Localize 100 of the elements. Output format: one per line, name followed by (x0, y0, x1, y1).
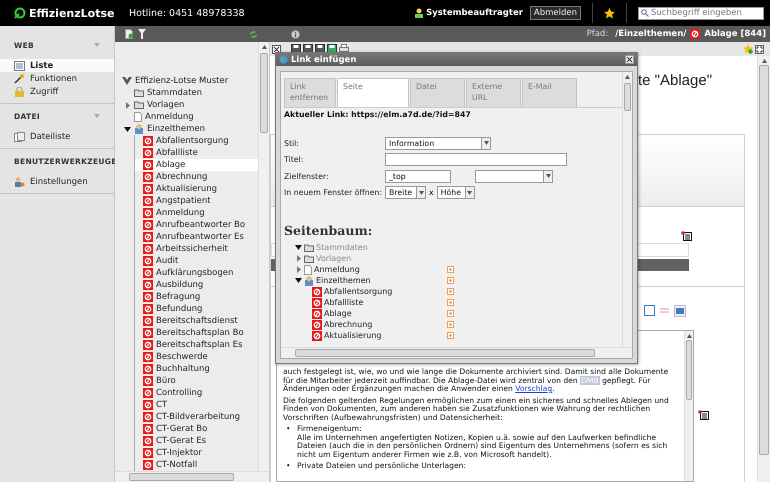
tree-item[interactable]: Arbeitssicherheit (135, 243, 258, 255)
scrollbar-thumb[interactable] (686, 340, 692, 400)
address-book-icon[interactable] (681, 231, 692, 241)
scrollbar-thumb[interactable] (129, 473, 234, 481)
title-input[interactable] (385, 153, 567, 166)
dropdown-arrow-icon[interactable] (546, 174, 550, 178)
tree-item[interactable]: Abfallliste (135, 147, 258, 159)
fullscreen-icon[interactable] (755, 44, 764, 54)
table-view-icon[interactable] (674, 305, 686, 317)
tree-item[interactable]: Abrechnung (284, 319, 454, 330)
tree-item[interactable]: Aufklärungsbogen (135, 267, 258, 279)
tree-item[interactable]: Anmeldung (115, 111, 258, 123)
scrollbar-thumb[interactable] (759, 65, 769, 455)
tree-item[interactable]: Abrechnung (135, 171, 258, 183)
tree-item[interactable]: Angstpatient (135, 195, 258, 207)
scroll-up-arrow-icon[interactable] (262, 45, 266, 49)
tree-item[interactable]: CT-Notfall (135, 459, 258, 471)
tree-item[interactable]: Ablage (284, 308, 454, 319)
dropdown-arrow-icon[interactable] (467, 190, 472, 195)
expanded-arrow-icon[interactable] (124, 126, 131, 132)
select-page-icon[interactable] (447, 310, 454, 317)
tree-item[interactable]: Ausbildung (135, 279, 258, 291)
collapsed-arrow-icon[interactable] (126, 102, 130, 108)
tree-item[interactable]: Abfallentsorgung (135, 135, 258, 147)
close-icon[interactable] (272, 44, 281, 54)
refresh-icon[interactable] (249, 30, 258, 38)
select-page-icon[interactable] (447, 332, 454, 339)
tree-item[interactable]: CT-Bildverarbeitung (135, 411, 258, 423)
scrollbar-thumb[interactable] (260, 53, 268, 133)
tree-item[interactable]: CT-Injektor (135, 447, 258, 459)
select-page-icon[interactable] (447, 299, 454, 306)
tree-item[interactable]: Bereitschaftsplan Es (135, 339, 258, 351)
tree-item[interactable]: Ablage (135, 159, 258, 171)
tree-item[interactable]: Befundung (135, 303, 258, 315)
path-text[interactable]: /Einzelthemen/ (615, 29, 686, 39)
print-icon[interactable] (339, 44, 349, 54)
menu-item[interactable]: Zugriff (0, 85, 114, 98)
tree-item[interactable]: Befragung (135, 291, 258, 303)
scrollbar[interactable] (684, 331, 693, 481)
tree-item[interactable]: Anrufbeantworter Es (135, 231, 258, 243)
target-select[interactable] (475, 170, 553, 183)
tree-item[interactable]: Controlling (135, 387, 258, 399)
filter-icon[interactable] (138, 29, 146, 39)
page-icon (143, 304, 153, 314)
menu-item[interactable]: Funktionen (0, 72, 114, 85)
page-icon (143, 328, 153, 338)
view-icon[interactable] (644, 305, 655, 316)
bookmark-star-icon[interactable] (743, 44, 753, 54)
tree-item[interactable]: CT-Gerat Es (135, 435, 258, 447)
lock-icon (14, 86, 25, 96)
info-icon[interactable] (291, 30, 300, 38)
tree-item[interactable]: Abfallentsorgung (284, 286, 454, 297)
tree-item[interactable]: Stammdaten (115, 87, 258, 99)
scrollbar-thumb[interactable] (624, 83, 631, 111)
tree-item[interactable]: Bereitschaftsdienst (135, 315, 258, 327)
scrollbar[interactable] (115, 471, 269, 482)
tree-item[interactable]: Aktualisierung (135, 183, 258, 195)
tree-item[interactable]: Beschwerde (135, 351, 258, 363)
tree-item[interactable]: Bereitschaftsplan Bo (135, 327, 258, 339)
select-page-icon[interactable] (447, 321, 454, 328)
tree-item[interactable]: Effizienz-Lotse Muster (115, 75, 258, 87)
select-page-icon[interactable] (447, 288, 454, 295)
collapsed-arrow-icon[interactable] (296, 266, 300, 273)
scrollbar[interactable] (622, 72, 632, 347)
tree-item[interactable]: Abfallliste (284, 297, 454, 308)
expanded-arrow-icon[interactable] (295, 278, 302, 283)
star-icon[interactable] (604, 8, 615, 18)
tree-item[interactable]: Buchhaltung (135, 363, 258, 375)
address-book-icon[interactable] (698, 410, 709, 420)
logout-button[interactable]: Abmelden (530, 6, 581, 20)
user-name[interactable]: Systembeauftragter (426, 8, 523, 18)
page-icon (143, 364, 153, 374)
tree-item[interactable]: CT-Gerat Bo (135, 423, 258, 435)
tree-item[interactable]: Anmeldung (284, 264, 454, 275)
new-page-icon[interactable] (125, 29, 134, 39)
dropdown-arrow-icon[interactable] (484, 141, 488, 146)
tree-item[interactable]: Anrufbeantworter Bo (135, 219, 258, 231)
scrollbar[interactable] (258, 42, 269, 471)
tree-item[interactable]: Büro (135, 375, 258, 387)
tree-item[interactable]: Aktualisierung (284, 330, 454, 341)
menu-item[interactable]: Dateiliste (0, 130, 114, 143)
scrollbar[interactable] (757, 56, 770, 482)
select-page-icon[interactable] (447, 277, 454, 284)
dropdown-arrow-icon[interactable] (418, 190, 424, 195)
tree-item[interactable]: Vorlagen (115, 99, 258, 111)
scrollbar-thumb[interactable] (295, 349, 595, 357)
scroll-up-arrow-icon[interactable] (762, 59, 766, 63)
close-button[interactable] (625, 55, 634, 64)
scrollbar[interactable] (281, 347, 632, 358)
tree-item[interactable]: Einzelthemen (115, 123, 258, 135)
tree-item[interactable]: Audit (135, 255, 258, 267)
tree-item[interactable]: CT (135, 399, 258, 411)
scroll-up-arrow-icon[interactable] (625, 75, 630, 79)
tree-item[interactable]: Einzelthemen (284, 275, 454, 286)
menu-item[interactable]: Liste (0, 59, 114, 72)
select-page-icon[interactable] (447, 266, 454, 273)
menu-item[interactable]: Einstellungen (0, 175, 114, 188)
scroll-up-arrow-icon[interactable] (686, 334, 692, 338)
tree-item[interactable]: Anmeldung (135, 207, 258, 219)
search-field[interactable]: Suchbegriff eingeben (638, 6, 764, 20)
